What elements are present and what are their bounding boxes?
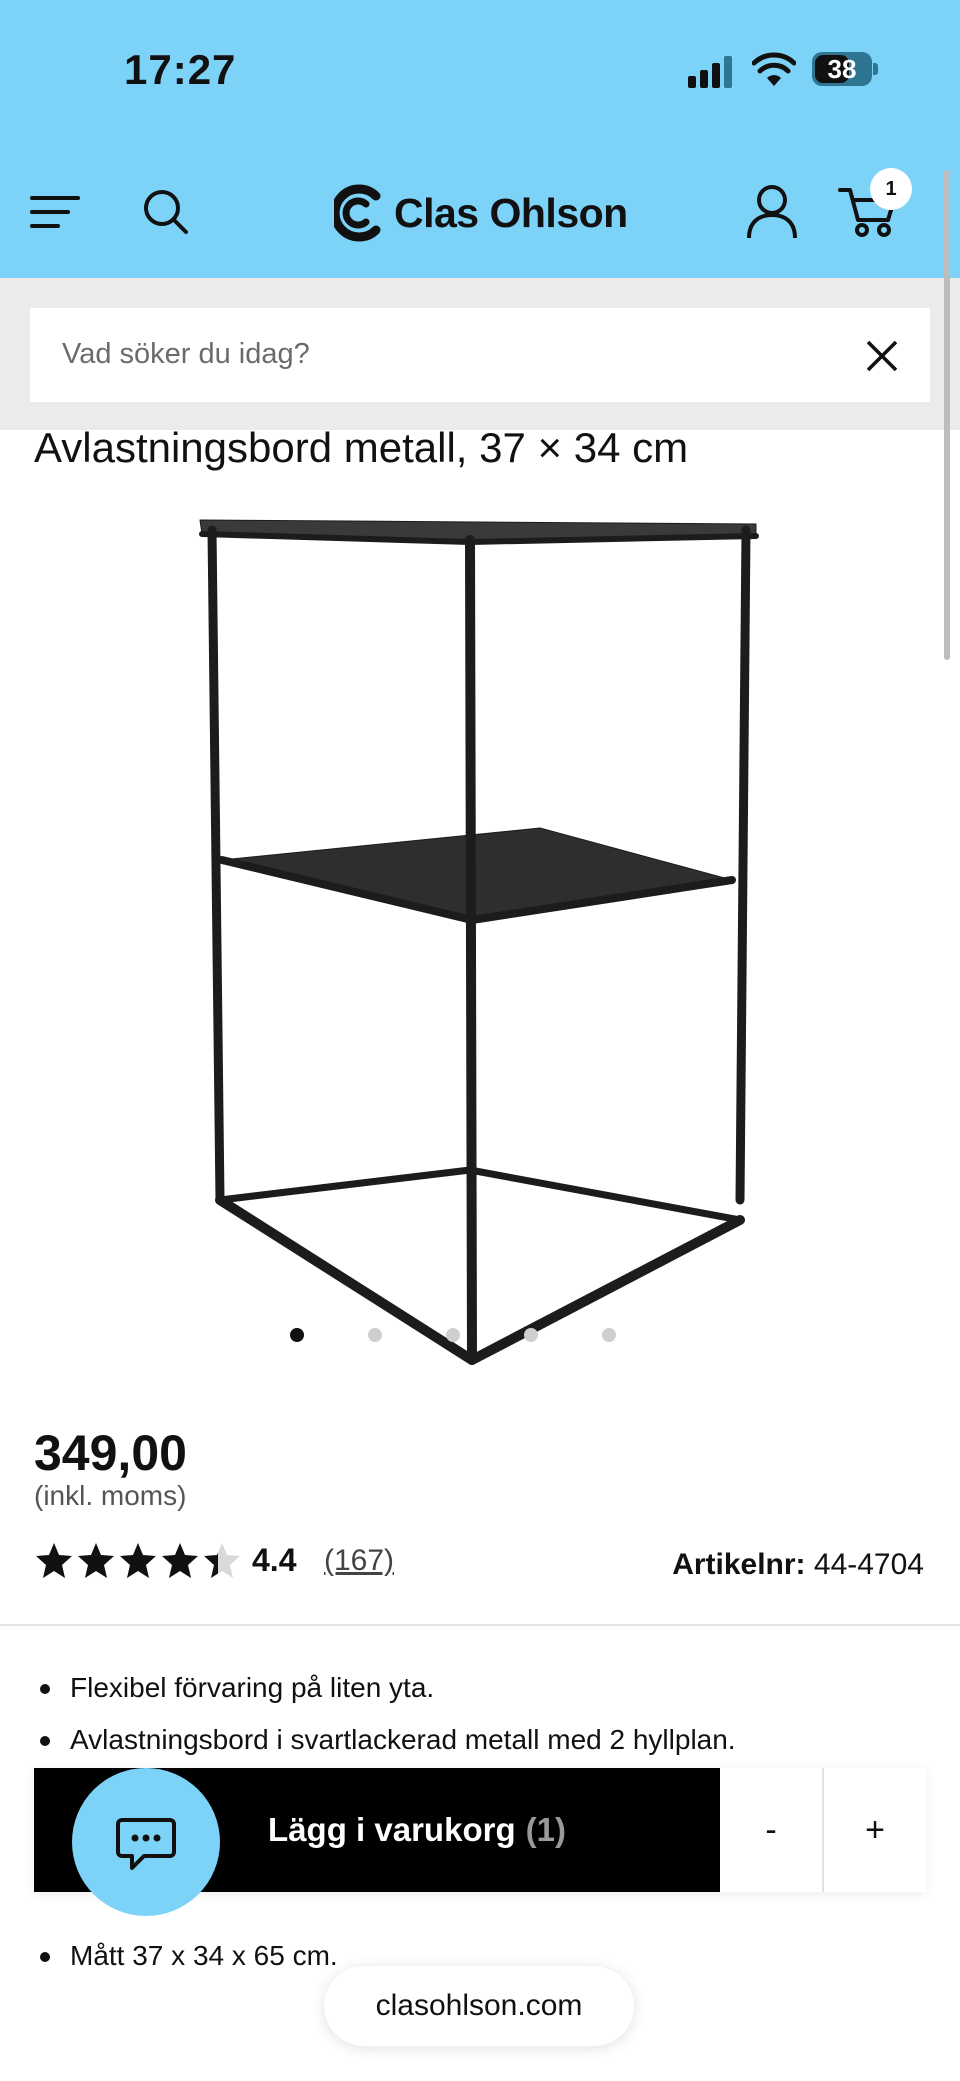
star-icon — [120, 1543, 156, 1578]
status-time: 17:27 — [124, 46, 237, 93]
divider — [0, 1624, 960, 1626]
star-icon — [78, 1543, 114, 1578]
account-icon[interactable] — [746, 184, 798, 240]
article-number-value: 44-4704 — [813, 1548, 924, 1581]
decrease-quantity-button[interactable]: - — [720, 1768, 822, 1892]
list-item: Flexibel förvaring på liten yta. — [34, 1662, 736, 1714]
chat-icon — [116, 1818, 176, 1870]
product-image[interactable] — [180, 500, 780, 1380]
image-carousel-dots — [0, 1328, 960, 1348]
add-to-cart-label: Lägg i varukorg — [268, 1811, 516, 1848]
battery-level: 38 — [827, 54, 857, 84]
list-item: Avlastningsbord i svartlackerad metall m… — [34, 1714, 736, 1766]
close-icon[interactable] — [864, 338, 900, 374]
carousel-dot[interactable] — [290, 1328, 304, 1342]
vat-note: (inkl. moms) — [34, 1480, 187, 1511]
product-price: 349,00 — [34, 1425, 187, 1481]
menu-icon[interactable] — [30, 192, 80, 232]
article-number: Artikelnr: 44-4704 — [672, 1548, 924, 1582]
carousel-dot[interactable] — [446, 1328, 460, 1342]
battery-icon: 38 — [812, 52, 878, 88]
wifi-icon — [752, 52, 796, 86]
clas-ohlson-logo-icon — [334, 184, 381, 242]
chat-button[interactable] — [72, 1768, 220, 1916]
review-count-link[interactable]: (167) — [324, 1544, 394, 1578]
product-title: Avlastningsbord metall, 37 × 34 cm — [34, 424, 689, 471]
search-icon[interactable] — [142, 188, 190, 236]
carousel-dot[interactable] — [368, 1328, 382, 1342]
increase-quantity-button[interactable]: + — [824, 1768, 926, 1892]
article-number-label: Artikelnr: — [672, 1548, 806, 1581]
brand-name: Clas Ohlson — [394, 189, 628, 236]
scrollbar[interactable] — [944, 170, 950, 660]
rating-value: 4.4 — [252, 1542, 297, 1578]
carousel-dot[interactable] — [524, 1328, 538, 1342]
search-placeholder: Vad söker du idag? — [62, 338, 310, 370]
cellular-signal-icon — [688, 56, 732, 88]
rating-stars — [34, 1541, 244, 1581]
star-icon — [162, 1543, 198, 1578]
carousel-dot[interactable] — [602, 1328, 616, 1342]
star-icon — [36, 1543, 72, 1578]
brand-logo[interactable]: Clas Ohlson — [334, 180, 628, 246]
cart-count-badge: 1 — [870, 168, 912, 210]
url-bar[interactable]: clasohlson.com — [324, 1966, 634, 2046]
add-to-cart-count: (1) — [525, 1811, 566, 1848]
search-input[interactable]: Vad söker du idag? — [30, 308, 930, 402]
star-icon — [204, 1543, 240, 1578]
